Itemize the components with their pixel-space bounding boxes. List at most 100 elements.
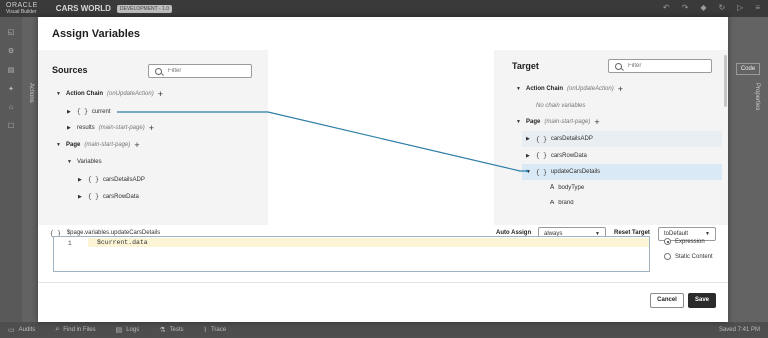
find-in-files-tab[interactable]: ⌕ Find in Files: [55, 326, 95, 334]
target-page[interactable]: ▼ Page (main-start-page) +: [516, 118, 600, 127]
chevron-down-icon[interactable]: ▼: [516, 86, 526, 92]
source-current[interactable]: ▶ { } current: [67, 108, 111, 115]
radio-selected-icon[interactable]: [664, 238, 671, 245]
chevron-right-icon[interactable]: ▶: [526, 136, 536, 142]
target-heading: Target: [512, 61, 539, 71]
search-icon: [615, 62, 622, 70]
chevron-down-icon[interactable]: ▼: [56, 91, 66, 97]
assign-variables-dialog: Assign Variables Sources ▼ Action Chain …: [38, 17, 728, 322]
components-icon[interactable]: ✦: [0, 85, 22, 93]
target-field-bodytype[interactable]: A bodyType: [550, 184, 584, 192]
trace-icon: ⌇: [203, 327, 207, 334]
chevron-right-icon[interactable]: ▶: [67, 125, 77, 131]
mode-static-radio[interactable]: Static Content: [664, 253, 713, 260]
cancel-button[interactable]: Cancel: [650, 293, 684, 308]
chevron-down-icon[interactable]: ▼: [516, 119, 526, 125]
source-var-carsrowdata[interactable]: ▶ { } carsRowData: [78, 193, 139, 200]
expression-editor[interactable]: 1 $current.data: [53, 236, 650, 272]
undo-icon[interactable]: ↶: [663, 3, 670, 12]
top-toolbar: ↶ ↷ ◆ ↻ ▷ ≡: [663, 3, 760, 12]
footer-divider: [38, 282, 728, 283]
tests-icon: ⚗: [159, 327, 166, 334]
search-icon: [155, 67, 162, 75]
app-name: CARS WORLD: [55, 4, 111, 13]
save-button[interactable]: Save: [688, 293, 716, 308]
logo-line2: Visual Builder: [6, 8, 37, 15]
expression-code[interactable]: $current.data: [97, 239, 148, 246]
target-var-carsdetailsadp[interactable]: ▶ { } carsDetailsADP: [522, 131, 722, 147]
source-var2-label: carsRowData: [102, 193, 139, 200]
sources-filter[interactable]: [148, 64, 252, 78]
web-apps-icon[interactable]: ◱: [0, 28, 22, 36]
add-icon[interactable]: +: [158, 90, 163, 99]
chevron-right-icon[interactable]: ▶: [67, 109, 77, 115]
mode-static-label: Static Content: [675, 253, 713, 260]
target-var-carsrowdata[interactable]: ▶ { } carsRowData: [526, 152, 587, 159]
no-chain-variables-text: No chain variables: [536, 103, 586, 109]
source-action-chain-label: Action Chain: [66, 91, 103, 97]
logs-icon: ▤: [115, 327, 123, 334]
source-action-chain[interactable]: ▼ Action Chain (onUpdateAction) +: [56, 90, 163, 99]
process-icon[interactable]: ⌂: [0, 104, 22, 111]
logs-tab[interactable]: ▤ Logs: [116, 326, 140, 334]
run-icon[interactable]: ▷: [737, 3, 743, 12]
chevron-right-icon[interactable]: ▶: [78, 194, 88, 200]
saved-status: Saved 7:41 PM: [718, 327, 760, 333]
add-icon[interactable]: +: [594, 118, 599, 127]
bottom-bar: ▭ Audits ⌕ Find in Files ▤ Logs ⚗ Tests ⌇ Tra…: [0, 322, 768, 338]
redo-icon[interactable]: ↷: [682, 3, 689, 12]
target-var3-label: updateCarsDetails: [550, 169, 601, 175]
logs-label: Logs: [126, 327, 140, 333]
top-bar: ORACLE Visual Builder CARS WORLD DEVELOP…: [0, 0, 768, 17]
refresh-icon[interactable]: ↻: [718, 3, 725, 12]
chevron-down-icon[interactable]: ▼: [56, 142, 66, 148]
chevron-right-icon[interactable]: ▶: [78, 177, 88, 183]
source-page[interactable]: ▼ Page (main-start-page) +: [56, 141, 140, 150]
source-action-chain-hint: (onUpdateAction): [107, 91, 154, 97]
source-results-label: results: [77, 125, 95, 131]
target-page-hint: (main-start-page): [544, 119, 591, 125]
mode-expression-radio[interactable]: Expression: [664, 238, 705, 245]
add-icon[interactable]: +: [618, 85, 623, 94]
object-icon: { }: [77, 108, 88, 115]
editor-active-line: [88, 238, 649, 247]
target-action-chain[interactable]: ▼ Action Chain (onUpdateAction) +: [516, 85, 623, 94]
target-scrollbar[interactable]: [724, 55, 727, 107]
chevron-right-icon[interactable]: ▶: [526, 153, 536, 159]
target-var-updatecarsdetails[interactable]: ▼ { } updateCarsDetails: [522, 164, 722, 180]
target-filter[interactable]: [608, 59, 712, 73]
source-var-carsdetailsadp[interactable]: ▶ { } carsDetailsADP: [78, 176, 145, 183]
chevron-down-icon[interactable]: ▼: [526, 169, 536, 175]
target-field-brand[interactable]: A brand: [550, 200, 574, 205]
reset-target-value: toDefault: [664, 231, 689, 237]
source-results[interactable]: ▶ results (main-start-page) +: [67, 124, 154, 133]
audits-tab[interactable]: ▭ Audits: [8, 326, 35, 334]
actions-tab[interactable]: Actions: [28, 83, 34, 103]
add-icon[interactable]: +: [134, 141, 139, 150]
left-panel: Actions: [22, 17, 38, 322]
source-icon[interactable]: ☐: [0, 122, 22, 130]
sources-filter-input[interactable]: [168, 68, 238, 74]
target-filter-input[interactable]: [628, 63, 698, 69]
audits-label: Audits: [18, 327, 36, 333]
oracle-logo: ORACLE Visual Builder: [6, 2, 38, 15]
line-number: 1: [68, 240, 72, 247]
chevron-down-icon[interactable]: ▼: [67, 159, 77, 165]
code-button[interactable]: Code: [736, 63, 760, 75]
source-page-label: Page: [66, 142, 81, 148]
radio-unselected-icon[interactable]: [664, 253, 671, 260]
menu-icon[interactable]: ≡: [755, 3, 760, 12]
business-objects-icon[interactable]: ▤: [0, 66, 22, 74]
object-icon: { }: [536, 168, 547, 176]
properties-tab[interactable]: Properties: [754, 83, 760, 110]
settings-icon[interactable]: ◆: [700, 3, 706, 12]
target-var2-label: carsRowData: [550, 152, 587, 159]
target-page-label: Page: [526, 119, 541, 125]
trace-tab[interactable]: ⌇ Trace: [204, 326, 227, 334]
source-variables-label: Variables: [77, 159, 102, 165]
services-icon[interactable]: ⚙: [0, 47, 22, 55]
add-icon[interactable]: +: [149, 124, 154, 133]
tests-tab[interactable]: ⚗ Tests: [159, 326, 183, 334]
source-variables[interactable]: ▼ Variables: [67, 159, 102, 165]
find-icon: ⌕: [55, 326, 60, 333]
